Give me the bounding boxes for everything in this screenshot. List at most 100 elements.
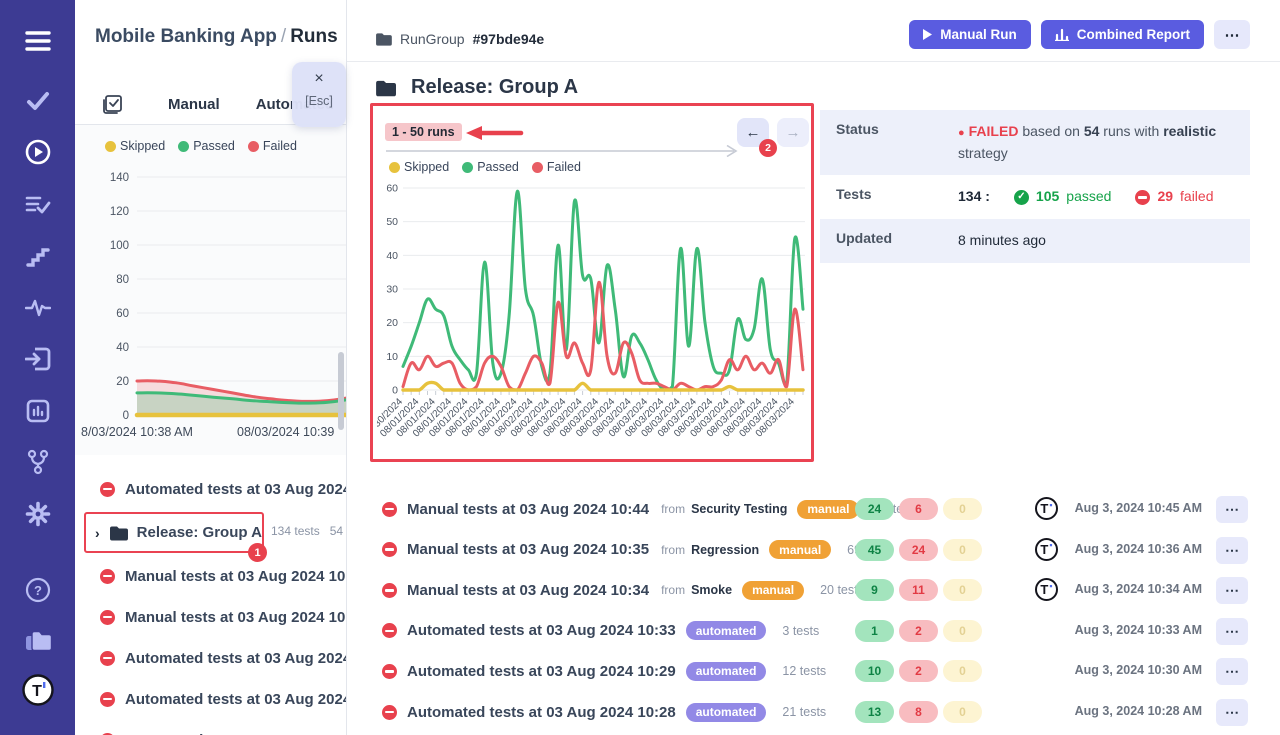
steps-icon[interactable] xyxy=(0,247,75,267)
run-title: Manual tests at 03 Aug 2024 10:44 xyxy=(407,501,649,518)
failed-status-icon xyxy=(382,502,397,517)
list-check-icon[interactable] xyxy=(0,194,75,216)
list-item[interactable]: Automated tests at 03 Aug 2024 10 xyxy=(75,643,347,673)
row-more-button[interactable]: ⋯ xyxy=(1216,658,1248,685)
next-runs-button[interactable]: → xyxy=(777,118,809,147)
passed-check-icon: ✓ xyxy=(1014,190,1029,205)
close-icon[interactable]: × xyxy=(292,71,346,87)
breadcrumb-separator: / xyxy=(277,26,290,47)
failed-status-icon xyxy=(382,623,397,638)
release-info-panel: Status ●FAILED based on 54 runs with rea… xyxy=(820,110,1250,263)
run-row[interactable]: Manual tests at 03 Aug 2024 10:35fromReg… xyxy=(347,530,1280,570)
run-source: Security Testing xyxy=(691,502,787,516)
folders-icon[interactable] xyxy=(0,629,75,653)
run-row[interactable]: Automated tests at 03 Aug 2024 10:28auto… xyxy=(347,692,1280,732)
run-type-badge: automated xyxy=(686,621,767,640)
run-row[interactable]: Manual tests at 03 Aug 2024 10:44 from Sec… xyxy=(347,489,1280,529)
failed-pill: 2 xyxy=(899,620,938,642)
run-timestamp: Aug 3, 2024 10:28 AM xyxy=(1075,704,1202,718)
result-pills: 9110 xyxy=(855,579,982,601)
status-label: Status xyxy=(820,110,944,175)
svg-text:10: 10 xyxy=(386,351,398,363)
list-item[interactable]: Automated tests at 03 Aug 2024 xyxy=(75,725,347,735)
row-more-button[interactable]: ⋯ xyxy=(1216,577,1248,604)
help-icon[interactable]: ? xyxy=(0,577,75,603)
select-runs-icon[interactable] xyxy=(102,94,123,115)
activity-icon[interactable] xyxy=(0,298,75,318)
combined-report-button[interactable]: Combined Report xyxy=(1041,20,1204,49)
run-timestamp: Aug 3, 2024 10:33 AM xyxy=(1075,623,1202,637)
chevron-right-icon[interactable]: › xyxy=(95,525,100,541)
list-item[interactable]: Automated tests at 03 Aug 2024 10 xyxy=(75,684,347,714)
play-circle-icon[interactable] xyxy=(0,139,75,165)
esc-overlay[interactable]: × [Esc] xyxy=(292,62,346,127)
status-value: ●FAILED based on 54 runs with realistic … xyxy=(944,110,1250,175)
result-pills: 120 xyxy=(855,620,982,642)
rungroup-breadcrumb: RunGroup #97bde94e xyxy=(375,31,544,47)
project-name-link[interactable]: Mobile Banking App xyxy=(95,26,277,47)
failed-pill: 24 xyxy=(899,539,938,561)
svg-text:40: 40 xyxy=(116,342,129,354)
gear-icon[interactable] xyxy=(0,501,75,527)
run-row-main: Manual tests at 03 Aug 2024 10:34fromSmo… xyxy=(382,570,864,610)
failed-dot xyxy=(532,162,543,173)
row-more-button[interactable]: ⋯ xyxy=(1216,537,1248,564)
result-pills: 2460 xyxy=(855,498,982,520)
tests-count: 12 tests xyxy=(782,664,826,678)
failed-pill: 11 xyxy=(899,579,938,601)
bar-chart-icon xyxy=(1055,28,1069,41)
svg-text:140: 140 xyxy=(110,172,129,184)
run-source: Regression xyxy=(691,543,759,557)
failed-status-icon xyxy=(382,583,397,598)
tour-step-2-badge: 2 xyxy=(759,139,777,157)
list-item[interactable]: Manual tests at 03 Aug 2024 10:43 xyxy=(75,561,347,591)
manual-run-button[interactable]: Manual Run xyxy=(909,20,1031,49)
result-pills: 1020 xyxy=(855,660,982,682)
run-timestamp: Aug 3, 2024 10:36 AM xyxy=(1075,542,1202,556)
sign-in-icon[interactable] xyxy=(0,347,75,371)
sidebar-item-release-group-a[interactable]: › Release: Group A xyxy=(84,512,264,553)
rungroup-label: RunGroup xyxy=(400,31,465,47)
row-more-button[interactable]: ⋯ xyxy=(1216,699,1248,726)
svg-text:50: 50 xyxy=(386,216,398,228)
run-row[interactable]: Manual tests at 03 Aug 2024 10:34fromSmo… xyxy=(347,570,1280,610)
failed-status-icon xyxy=(382,542,397,557)
app-logo[interactable]: T xyxy=(0,674,75,706)
run-row-main: Manual tests at 03 Aug 2024 10:35fromReg… xyxy=(382,530,891,570)
failed-status-icon xyxy=(100,482,115,497)
passed-dot xyxy=(462,162,473,173)
app-sidebar: ? T xyxy=(0,0,75,735)
row-more-button[interactable]: ⋯ xyxy=(1216,496,1248,523)
chart-legend: Skipped Passed Failed xyxy=(105,139,297,153)
run-row-main: Automated tests at 03 Aug 2024 10:29auto… xyxy=(382,651,826,691)
row-more-button[interactable]: ⋯ xyxy=(1216,618,1248,645)
run-row[interactable]: Automated tests at 03 Aug 2024 10:29auto… xyxy=(347,651,1280,691)
skipped-pill: 0 xyxy=(943,701,982,723)
run-row[interactable]: Automated tests at 03 Aug 2024 10:33auto… xyxy=(347,611,1280,651)
panel-scrollbar[interactable] xyxy=(338,352,344,430)
result-pills: 45240 xyxy=(855,539,982,561)
menu-icon[interactable] xyxy=(0,30,75,52)
svg-text:20: 20 xyxy=(386,317,398,329)
list-item[interactable]: Automated tests at 03 Aug 2024 10 xyxy=(75,474,347,504)
more-actions-button[interactable]: ⋯ xyxy=(1214,20,1250,49)
breadcrumb: Mobile Banking App/Runs xyxy=(95,26,338,48)
tab-manual[interactable]: Manual xyxy=(168,96,220,113)
runs-history-chart: Skipped Passed Failed 140120100806040200… xyxy=(75,125,347,455)
from-label: from xyxy=(661,502,685,516)
passed-dot xyxy=(178,141,189,152)
list-item[interactable]: Manual tests at 03 Aug 2024 10:42 xyxy=(75,602,347,632)
tests-count: 134 tests xyxy=(271,524,320,538)
bar-chart-icon[interactable] xyxy=(0,399,75,423)
passed-pill: 10 xyxy=(855,660,894,682)
page-title: Runs xyxy=(290,26,338,47)
run-title: Automated tests at 03 Aug 2024 10 xyxy=(125,650,347,667)
check-icon[interactable] xyxy=(0,91,75,111)
updated-value: 8 minutes ago xyxy=(944,219,1250,263)
chart-legend: Skipped Passed Failed xyxy=(389,160,581,174)
branch-icon[interactable] xyxy=(0,449,75,475)
run-row-main: Manual tests at 03 Aug 2024 10:44 from Sec… xyxy=(382,489,919,529)
run-title: Release: Group A xyxy=(137,524,262,541)
runs-range-label: 1 - 50 runs xyxy=(385,123,462,141)
main-topbar: RunGroup #97bde94e Manual Run Combined R… xyxy=(347,0,1280,62)
